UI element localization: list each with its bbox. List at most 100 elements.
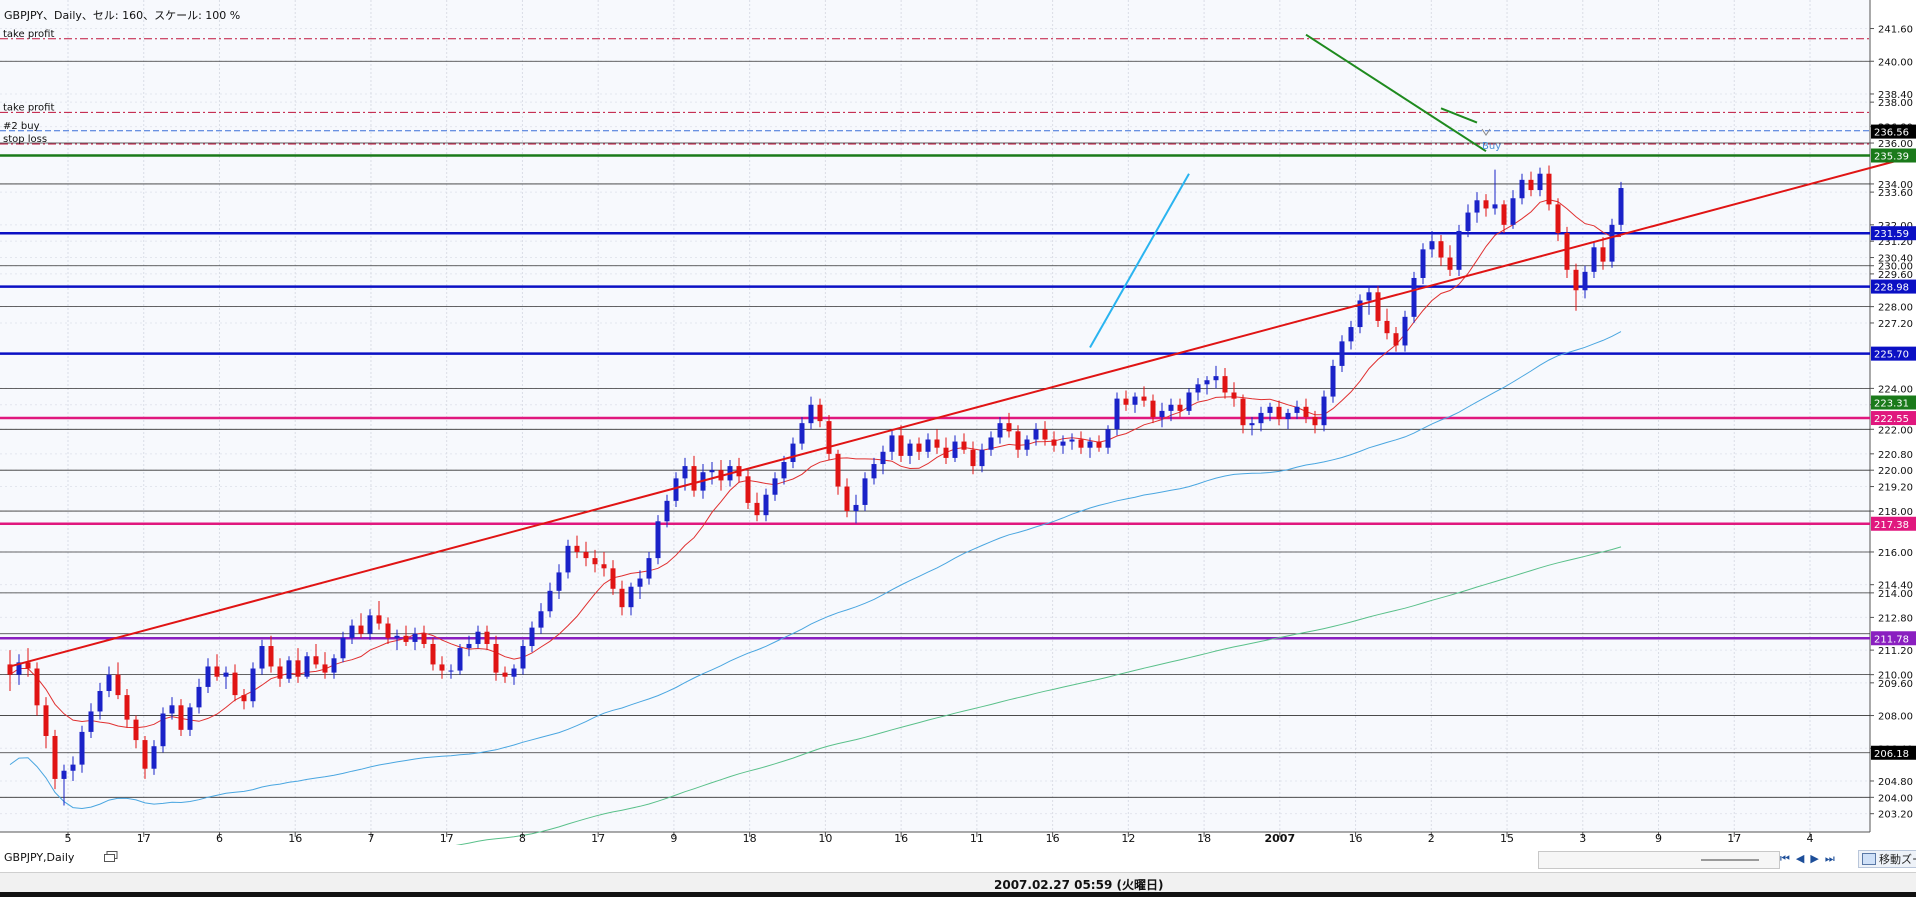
candle-body[interactable] xyxy=(1330,365,1336,397)
candle-body[interactable] xyxy=(439,664,445,671)
candle-body[interactable] xyxy=(1267,406,1273,413)
candle-body[interactable] xyxy=(1537,173,1543,191)
candle-body[interactable] xyxy=(1411,277,1417,317)
candle-body[interactable] xyxy=(133,719,139,741)
candle-body[interactable] xyxy=(25,662,31,669)
candle-body[interactable] xyxy=(1564,233,1570,270)
candle-body[interactable] xyxy=(1087,441,1093,448)
candle-body[interactable] xyxy=(853,504,859,512)
candle-body[interactable] xyxy=(907,443,913,456)
candle-body[interactable] xyxy=(1546,173,1552,205)
first-bar-icon[interactable]: ⏮ xyxy=(1780,852,1796,865)
zoom-button[interactable]: 移動ズーム xyxy=(1858,850,1916,868)
candle-body[interactable] xyxy=(916,443,922,452)
candle-body[interactable] xyxy=(115,674,121,696)
candle-body[interactable] xyxy=(1438,241,1444,258)
candle-body[interactable] xyxy=(682,466,688,479)
candle-body[interactable] xyxy=(835,453,841,487)
candle-body[interactable] xyxy=(808,404,814,424)
candle-body[interactable] xyxy=(547,590,553,612)
candle-body[interactable] xyxy=(97,691,103,712)
candle-body[interactable] xyxy=(781,462,787,479)
candle-body[interactable] xyxy=(709,470,715,473)
candle-body[interactable] xyxy=(529,627,535,647)
candle-body[interactable] xyxy=(349,625,355,638)
candle-body[interactable] xyxy=(1294,406,1300,413)
candle-body[interactable] xyxy=(961,441,967,450)
candle-body[interactable] xyxy=(1348,327,1354,342)
chart-area[interactable]: take profit take profit #2 buy stop loss 24… xyxy=(0,0,1916,845)
candle-body[interactable] xyxy=(1312,417,1318,426)
candle-body[interactable] xyxy=(1501,204,1507,225)
candle-body[interactable] xyxy=(1060,441,1066,446)
candle-body[interactable] xyxy=(637,578,643,587)
candle-body[interactable] xyxy=(196,686,202,708)
candle-body[interactable] xyxy=(412,633,418,642)
candle-body[interactable] xyxy=(178,705,184,730)
candle-body[interactable] xyxy=(970,449,976,467)
candle-body[interactable] xyxy=(358,625,364,634)
candle-body[interactable] xyxy=(367,615,373,634)
candle-body[interactable] xyxy=(277,666,283,679)
candle-body[interactable] xyxy=(745,476,751,503)
candle-body[interactable] xyxy=(592,558,598,565)
candle-body[interactable] xyxy=(1384,320,1390,334)
candle-body[interactable] xyxy=(52,735,58,779)
candle-body[interactable] xyxy=(1051,439,1057,446)
candle-body[interactable] xyxy=(1024,439,1030,450)
candle-body[interactable] xyxy=(538,611,544,628)
candle-body[interactable] xyxy=(664,500,670,522)
candle-body[interactable] xyxy=(1096,441,1102,448)
candle-body[interactable] xyxy=(862,478,868,505)
candle-body[interactable] xyxy=(1600,247,1606,262)
candle-body[interactable] xyxy=(1492,204,1498,209)
candle-body[interactable] xyxy=(376,615,382,624)
candle-body[interactable] xyxy=(1375,292,1381,321)
candle-body[interactable] xyxy=(1186,392,1192,411)
candle-body[interactable] xyxy=(1339,341,1345,366)
last-bar-icon[interactable]: ⏭ xyxy=(1825,852,1841,865)
prev-bar-icon[interactable]: ◀ xyxy=(1796,852,1810,865)
candle-body[interactable] xyxy=(1195,384,1201,393)
chart-tab[interactable]: GBPJPY,Daily xyxy=(4,851,74,864)
candle-body[interactable] xyxy=(1150,400,1156,418)
candle-body[interactable] xyxy=(232,672,238,696)
candle-body[interactable] xyxy=(34,668,40,706)
candle-body[interactable] xyxy=(601,564,607,569)
candle-body[interactable] xyxy=(43,705,49,736)
candle-body[interactable] xyxy=(520,646,526,669)
candle-body[interactable] xyxy=(1303,406,1309,418)
candle-body[interactable] xyxy=(160,713,166,747)
candle-body[interactable] xyxy=(1465,212,1471,231)
candle-body[interactable] xyxy=(1141,396,1147,401)
candle-body[interactable] xyxy=(898,435,904,456)
candle-body[interactable] xyxy=(1429,241,1435,250)
candle-body[interactable] xyxy=(1618,188,1624,225)
candle-body[interactable] xyxy=(790,443,796,463)
candle-body[interactable] xyxy=(817,404,823,422)
candle-body[interactable] xyxy=(1213,376,1219,381)
candle-body[interactable] xyxy=(646,558,652,579)
candle-body[interactable] xyxy=(1168,404,1174,411)
candle-body[interactable] xyxy=(169,705,175,714)
candle-body[interactable] xyxy=(385,623,391,638)
candle-body[interactable] xyxy=(799,423,805,444)
candle-body[interactable] xyxy=(1231,392,1237,399)
candle-body[interactable] xyxy=(295,660,301,677)
candle-body[interactable] xyxy=(979,449,985,467)
candle-body[interactable] xyxy=(1240,398,1246,426)
candle-body[interactable] xyxy=(997,423,1003,438)
candle-body[interactable] xyxy=(934,439,940,448)
candle-body[interactable] xyxy=(1393,333,1399,346)
candle-body[interactable] xyxy=(304,656,310,677)
candle-body[interactable] xyxy=(583,551,589,559)
candle-body[interactable] xyxy=(187,707,193,730)
candle-body[interactable] xyxy=(106,674,112,692)
candle-body[interactable] xyxy=(1609,224,1615,262)
candle-body[interactable] xyxy=(988,437,994,450)
candle-body[interactable] xyxy=(457,648,463,671)
candle-body[interactable] xyxy=(844,486,850,512)
candle-body[interactable] xyxy=(1474,200,1480,213)
candle-body[interactable] xyxy=(880,451,886,465)
candle-body[interactable] xyxy=(691,466,697,491)
